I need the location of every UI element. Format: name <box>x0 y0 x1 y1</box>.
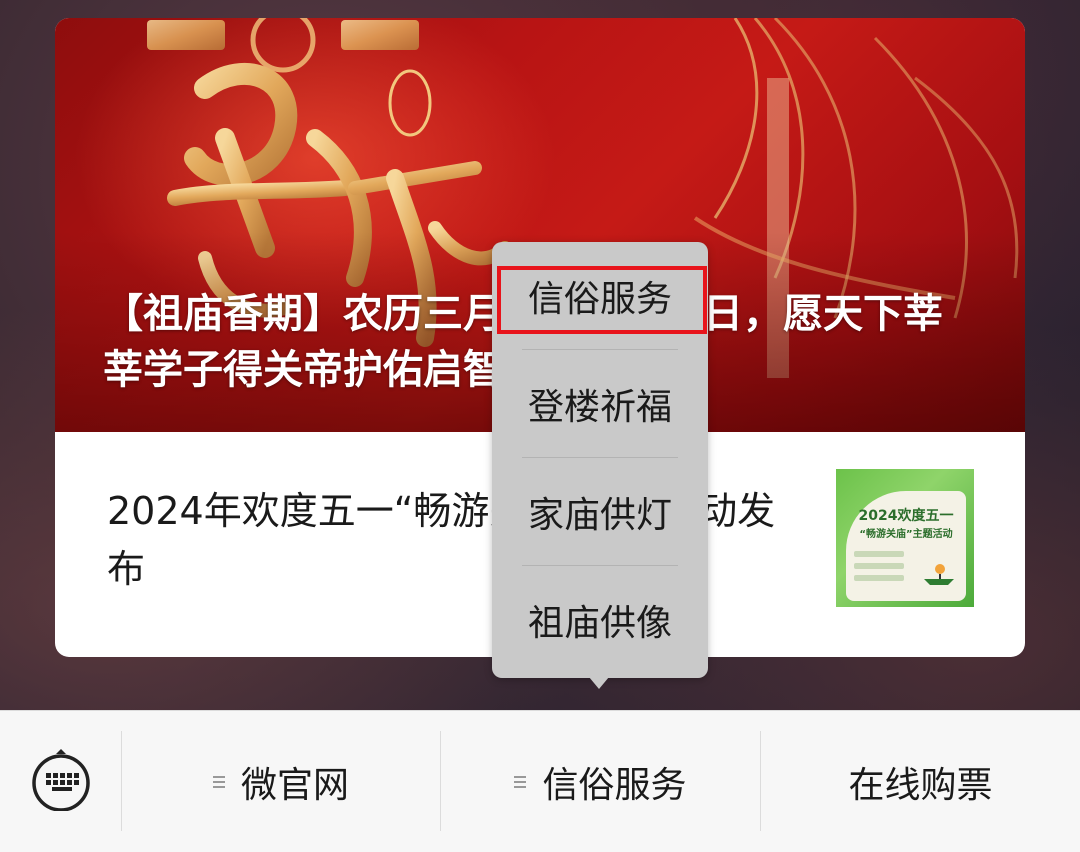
menu-button-wei-guanwang[interactable]: 微官网 <box>122 711 440 852</box>
article-thumbnail[interactable]: 2024欢度五一 “畅游关庙”主题活动 <box>836 469 974 607</box>
keyboard-icon <box>32 749 90 811</box>
highlight-box <box>497 266 707 334</box>
bottom-menu-bar: 微官网 信俗服务 在线购票 <box>0 710 1080 852</box>
menu-button-xinsu-service[interactable]: 信俗服务 <box>441 711 760 852</box>
submenu-item-denglou-qifu[interactable]: 登楼祈福 <box>492 350 708 458</box>
thumbnail-line1: 2024欢度五一 <box>858 508 954 524</box>
menu-button-online-ticket[interactable]: 在线购票 <box>761 711 1080 852</box>
menu-button-label: 信俗服务 <box>542 764 687 806</box>
submenu-indicator-icon <box>514 773 527 791</box>
submenu-arrow <box>589 677 609 689</box>
submenu-item-zumiao-gongxiang[interactable]: 祖庙供像 <box>492 566 708 674</box>
menu-button-label: 微官网 <box>240 764 349 806</box>
menu-button-label: 在线购票 <box>848 764 993 806</box>
thumbnail-line2: “畅游关庙”主题活动 <box>859 529 953 540</box>
keyboard-toggle-button[interactable] <box>0 711 121 852</box>
thumbnail-list <box>854 551 914 587</box>
submenu-indicator-icon <box>212 773 225 791</box>
boat-icon <box>924 564 954 585</box>
submenu-item-jiamiao-gongdeng[interactable]: 家庙供灯 <box>492 458 708 566</box>
